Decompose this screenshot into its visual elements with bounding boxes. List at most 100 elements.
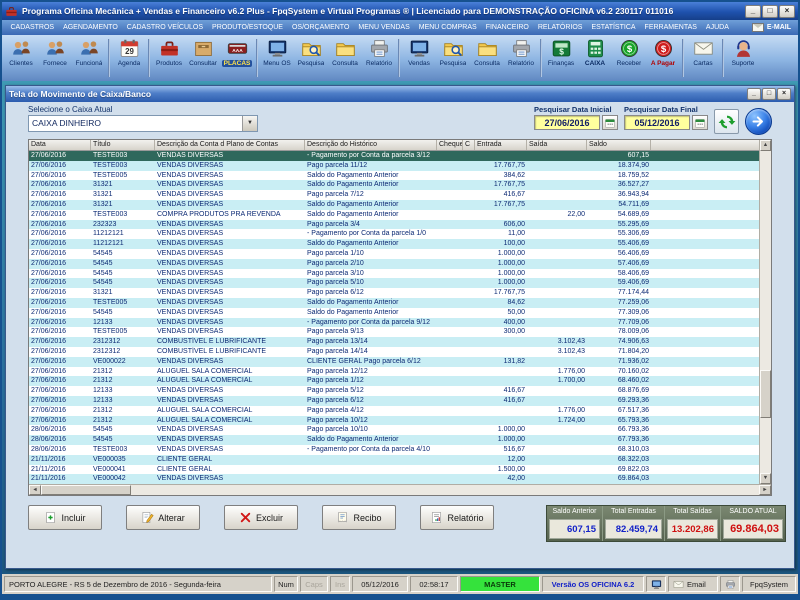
maximize-button[interactable]: □ xyxy=(762,4,778,18)
menu-email[interactable]: E-MAIL xyxy=(751,23,794,32)
panel-maximize-button[interactable]: □ xyxy=(762,88,776,100)
table-row[interactable]: 27/06/2016 2312312 COMBUSTÍVEL E LUBRIFICA… xyxy=(29,346,759,357)
menu-item-cadastros[interactable]: CADASTROS xyxy=(6,23,59,32)
menu-item-produto-estoque[interactable]: PRODUTO/ESTOQUE xyxy=(208,23,288,32)
menu-item-menu-vendas[interactable]: MENU VENDAS xyxy=(354,23,414,32)
table-row[interactable]: 27/06/2016 31321 VENDAS DIVERSAS Pago parce… xyxy=(29,288,759,298)
vertical-scrollbar[interactable]: ▲ ▼ xyxy=(759,140,771,484)
recibo-button[interactable]: Recibo xyxy=(322,505,396,530)
table-row[interactable]: 27/06/2016 12133 VENDAS DIVERSAS - Pagament… xyxy=(29,317,759,328)
scroll-up-button[interactable]: ▲ xyxy=(760,140,771,151)
toolbar-button-clientes[interactable]: Clientes xyxy=(4,36,38,80)
refresh-button[interactable] xyxy=(714,109,739,134)
table-row[interactable]: 28/06/2016 54545 VENDAS DIVERSAS Saldo do P… xyxy=(29,435,759,445)
scroll-down-button[interactable]: ▼ xyxy=(760,473,771,484)
table-row[interactable]: 21/11/2016 VE000041 CLIENTE GERAL 1.500,00 6… xyxy=(29,464,759,475)
search-go-button[interactable] xyxy=(745,108,772,135)
vertical-scroll-track[interactable] xyxy=(760,151,771,473)
toolbar-button-cartas[interactable]: Cartas xyxy=(686,36,720,80)
table-row[interactable]: 28/06/2016 54545 VENDAS DIVERSAS Pago parce… xyxy=(29,425,759,436)
table-row[interactable]: 27/06/2016 11212121 VENDAS DIVERSAS Saldo d… xyxy=(29,239,759,249)
toolbar-button-consulta[interactable]: Consulta xyxy=(470,36,504,80)
table-row[interactable]: 27/06/2016 TESTE003 COMPRA PRODUTOS PRA RE… xyxy=(29,209,759,220)
menu-item-financeiro[interactable]: FINANCEIRO xyxy=(481,23,533,32)
toolbar-button-a-pagar[interactable]: A Pagar xyxy=(646,36,680,80)
table-row[interactable]: 27/06/2016 21312 ALUGUEL SALA COMERCIAL Pag… xyxy=(29,376,759,387)
table-row[interactable]: 27/06/2016 54545 VENDAS DIVERSAS Pago parce… xyxy=(29,248,759,259)
toolbar-button-consulta[interactable]: Consulta xyxy=(328,36,362,80)
table-row[interactable]: 27/06/2016 31321 VENDAS DIVERSAS Pago parce… xyxy=(29,190,759,200)
table-row[interactable]: 27/06/2016 21312 ALUGUEL SALA COMERCIAL Pag… xyxy=(29,366,759,377)
menu-item-os-orcamento[interactable]: OS/ORÇAMENTO xyxy=(287,23,353,32)
table-row[interactable]: 27/06/2016 54545 VENDAS DIVERSAS Saldo do P… xyxy=(29,307,759,318)
table-row[interactable]: 27/06/2016 11212121 VENDAS DIVERSAS - Pagam… xyxy=(29,229,759,240)
column-header-descricao-do-historico[interactable]: Descrição do Histórico xyxy=(305,140,437,150)
column-header-data[interactable]: Data xyxy=(29,140,91,150)
horizontal-scroll-track[interactable] xyxy=(41,485,759,495)
toolbar-button-funciona[interactable]: Funcioná xyxy=(72,36,106,80)
table-row[interactable]: 27/06/2016 TESTE003 VENDAS DIVERSAS - Pagam… xyxy=(29,151,759,161)
column-header-titulo[interactable]: Título xyxy=(91,140,155,150)
table-row[interactable]: 27/06/2016 31321 VENDAS DIVERSAS Saldo do P… xyxy=(29,180,759,191)
panel-close-button[interactable]: × xyxy=(777,88,791,100)
menu-item-relatorios[interactable]: RELATÓRIOS xyxy=(533,23,587,32)
movement-window-titlebar[interactable]: Tela do Movimento de Caixa/Banco _ □ × xyxy=(6,86,794,102)
toolbar-button-pesquisa[interactable]: Pesquisa xyxy=(294,36,328,80)
table-row[interactable]: 27/06/2016 TESTE005 VENDAS DIVERSAS Saldo d… xyxy=(29,297,759,308)
column-header-saldo[interactable]: Saldo xyxy=(587,140,651,150)
toolbar-button-relatorio[interactable]: Relatório xyxy=(362,36,396,80)
menu-item-cadastro-veiculos[interactable]: CADASTRO VEÍCULOS xyxy=(122,23,207,32)
date-final-calendar-button[interactable] xyxy=(692,115,708,130)
toolbar-button-relatorio[interactable]: Relatório xyxy=(504,36,538,80)
relatorio-button[interactable]: Relatório xyxy=(420,505,494,530)
table-row[interactable]: 27/06/2016 232323 VENDAS DIVERSAS Pago parc… xyxy=(29,219,759,230)
minimize-button[interactable]: _ xyxy=(745,4,761,18)
column-header-c[interactable]: C xyxy=(463,140,475,150)
table-row[interactable]: 27/06/2016 12133 VENDAS DIVERSAS Pago parce… xyxy=(29,395,759,406)
toolbar-button-financas[interactable]: Finanças xyxy=(544,36,578,80)
table-row[interactable]: 27/06/2016 TESTE003 VENDAS DIVERSAS Pago pa… xyxy=(29,160,759,171)
toolbar-button-fornece[interactable]: Fornece xyxy=(38,36,72,80)
table-row[interactable]: 27/06/2016 12133 VENDAS DIVERSAS Pago parce… xyxy=(29,386,759,396)
caixa-select[interactable]: CAIXA DINHEIRO ▼ xyxy=(28,115,258,132)
panel-minimize-button[interactable]: _ xyxy=(747,88,761,100)
close-button[interactable]: × xyxy=(779,4,795,18)
toolbar-button-placas[interactable]: PLACAS xyxy=(220,36,254,80)
menu-item-ferramentas[interactable]: FERRAMENTAS xyxy=(640,23,701,32)
incluir-button[interactable]: Incluir xyxy=(28,505,102,530)
vertical-scroll-thumb[interactable] xyxy=(760,369,771,418)
toolbar-button-suporte[interactable]: Suporte xyxy=(726,36,760,80)
table-row[interactable]: 21/11/2016 VE000035 CLIENTE GERAL 12,00 68.3… xyxy=(29,454,759,465)
menu-item-ajuda[interactable]: AJUDA xyxy=(701,23,733,32)
table-row[interactable]: 21/11/2016 VE000042 VENDAS DIVERSAS 42,00 69… xyxy=(29,474,759,484)
excluir-button[interactable]: Excluir xyxy=(224,505,298,530)
scroll-left-button[interactable]: ◄ xyxy=(29,485,41,495)
toolbar-button-pesquisa[interactable]: Pesquisa xyxy=(436,36,470,80)
horizontal-scroll-thumb[interactable] xyxy=(41,485,131,495)
menu-item-agendamento[interactable]: AGENDAMENTO xyxy=(59,23,123,32)
table-row[interactable]: 27/06/2016 54545 VENDAS DIVERSAS Pago parce… xyxy=(29,268,759,279)
table-row[interactable]: 27/06/2016 21312 ALUGUEL SALA COMERCIAL Pag… xyxy=(29,415,759,426)
toolbar-button-produtos[interactable]: Produtos xyxy=(152,36,186,80)
horizontal-scrollbar[interactable]: ◄ ► xyxy=(29,484,771,495)
table-row[interactable]: 27/06/2016 31321 VENDAS DIVERSAS Saldo do P… xyxy=(29,199,759,210)
table-row[interactable]: 27/06/2016 21312 ALUGUEL SALA COMERCIAL Pag… xyxy=(29,405,759,416)
column-header-cheque[interactable]: Cheque xyxy=(437,140,463,150)
table-row[interactable]: 27/06/2016 TESTE005 VENDAS DIVERSAS Pago pa… xyxy=(29,327,759,338)
scroll-right-button[interactable]: ► xyxy=(759,485,771,495)
toolbar-button-consultar[interactable]: Consultar xyxy=(186,36,220,80)
table-row[interactable]: 28/06/2016 TESTE003 VENDAS DIVERSAS - Pagam… xyxy=(29,444,759,455)
toolbar-button-menu-os[interactable]: Menu OS xyxy=(260,36,294,80)
column-header-saida[interactable]: Saída xyxy=(527,140,587,150)
alterar-button[interactable]: Alterar xyxy=(126,505,200,530)
table-row[interactable]: 27/06/2016 TESTE005 VENDAS DIVERSAS Saldo d… xyxy=(29,170,759,181)
toolbar-button-caixa[interactable]: CAIXA xyxy=(578,36,612,80)
date-initial-calendar-button[interactable] xyxy=(602,115,618,130)
column-header-descricao-da-conta-d-plano-de-contas[interactable]: Descrição da Conta d Plano de Contas xyxy=(155,140,305,150)
menu-item-menu-compras[interactable]: MENU COMPRAS xyxy=(414,23,481,32)
table-row[interactable]: 27/06/2016 2312312 COMBUSTÍVEL E LUBRIFICA… xyxy=(29,337,759,347)
toolbar-button-receber[interactable]: Receber xyxy=(612,36,646,80)
menu-item-estatistica[interactable]: ESTATÍSTICA xyxy=(587,23,640,32)
table-row[interactable]: 27/06/2016 VE000022 VENDAS DIVERSAS CLIENTE… xyxy=(29,356,759,367)
table-row[interactable]: 27/06/2016 54545 VENDAS DIVERSAS Pago parce… xyxy=(29,278,759,289)
